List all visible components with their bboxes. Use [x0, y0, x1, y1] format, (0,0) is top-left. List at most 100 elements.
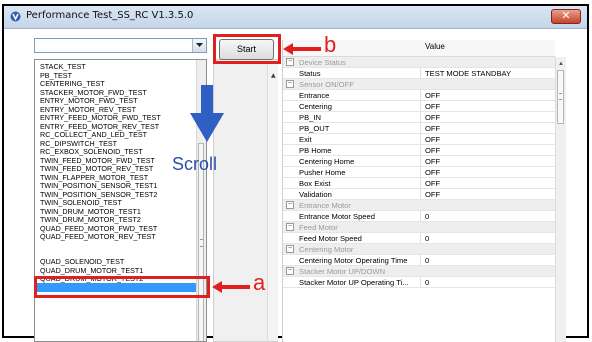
property-value: 0: [425, 234, 430, 243]
property-value: OFF: [425, 102, 441, 111]
column-divider: [420, 277, 421, 287]
column-divider: [420, 101, 421, 111]
property-name: Validation: [299, 190, 332, 199]
grid-property-row[interactable]: PB_IN OFF: [283, 112, 555, 123]
property-value: OFF: [425, 157, 441, 166]
grid-category-row[interactable]: − Sensor ON/OFF: [283, 79, 555, 90]
property-name: Box Exist: [299, 179, 331, 188]
grid-scrollbar[interactable]: ▲: [555, 57, 566, 342]
collapse-icon[interactable]: −: [286, 58, 294, 66]
property-name: Device Status: [299, 58, 346, 67]
property-name: PB_IN: [299, 113, 321, 122]
test-list-item[interactable]: QUAD_FEED_MOTOR_REV_TEST: [40, 233, 156, 241]
collapse-icon[interactable]: −: [286, 223, 294, 231]
property-value: 0: [425, 278, 430, 287]
column-divider: [420, 156, 421, 166]
test-list-item[interactable]: TWIN_POSITION_SENSOR_TEST1: [40, 182, 157, 190]
grid-property-row[interactable]: Validation OFF: [283, 189, 555, 200]
property-name: PB Home: [299, 146, 332, 155]
grid-property-row[interactable]: PB_OUT OFF: [283, 123, 555, 134]
property-name: Feed Motor: [299, 223, 338, 232]
column-divider: [420, 178, 421, 188]
grid-property-row[interactable]: Entrance OFF: [283, 90, 555, 101]
grid-scrollbar-thumb[interactable]: [557, 70, 564, 124]
grid-category-row[interactable]: − Entrance Motor: [283, 200, 555, 211]
collapse-icon[interactable]: −: [286, 201, 294, 209]
property-name: Centering Motor: [299, 245, 354, 254]
property-name: Feed Motor Speed: [299, 234, 362, 243]
close-icon: ✕: [561, 9, 571, 22]
scroll-up-icon[interactable]: ▲: [271, 72, 276, 79]
property-grid: Value − Device Status Status TEST MODE STAN…: [282, 40, 566, 342]
property-name: Sensor ON/OFF: [299, 80, 354, 89]
test-list-item[interactable]: CENTERING_TEST: [40, 80, 105, 88]
property-name: Centering Motor Operating Time: [299, 256, 408, 265]
grid-property-row[interactable]: Pusher Home OFF: [283, 167, 555, 178]
property-name: Stacker Motor UP Operating Ti...: [299, 278, 409, 287]
grid-category-row[interactable]: − Centering Motor: [283, 244, 555, 255]
property-value: 0: [425, 256, 430, 265]
column-divider: [420, 189, 421, 199]
column-divider: [420, 112, 421, 122]
column-divider: [420, 68, 421, 78]
property-value: OFF: [425, 190, 441, 199]
test-list-item[interactable]: TWIN_DRUM_MOTOR_TEST2: [40, 216, 141, 224]
column-divider: [420, 255, 421, 265]
collapse-icon[interactable]: −: [286, 80, 294, 88]
callout-box-b: [213, 34, 281, 64]
test-list-item[interactable]: STACK_TEST: [40, 63, 86, 71]
property-value: OFF: [425, 146, 441, 155]
grid-property-row[interactable]: Centering OFF: [283, 101, 555, 112]
grid-property-row[interactable]: Centering Home OFF: [283, 156, 555, 167]
property-value: OFF: [425, 113, 441, 122]
grid-category-row[interactable]: − Stacker Motor UP/DOWN: [283, 266, 555, 277]
property-name: Exit: [299, 135, 312, 144]
grid-property-row[interactable]: Feed Motor Speed 0: [283, 233, 555, 244]
test-list-item[interactable]: RC_EXBOX_SOLENOID_TEST: [40, 148, 143, 156]
test-list-item[interactable]: QUAD_SOLENOID_TEST: [40, 258, 124, 266]
chevron-down-icon: [196, 43, 203, 47]
collapse-icon[interactable]: −: [286, 267, 294, 275]
grid-property-row[interactable]: Box Exist OFF: [283, 178, 555, 189]
grid-property-row[interactable]: Stacker Motor UP Operating Ti... 0: [283, 277, 555, 288]
property-name: Stacker Motor UP/DOWN: [299, 267, 386, 276]
close-button[interactable]: ✕: [551, 9, 581, 24]
column-divider: [420, 167, 421, 177]
scroll-up-icon[interactable]: ▲: [558, 61, 564, 67]
column-divider: [420, 211, 421, 221]
column-divider: [420, 145, 421, 155]
property-name: Pusher Home: [299, 168, 346, 177]
test-list-item[interactable]: ENTRY_FEED_MOTOR_FWD_TEST: [40, 114, 161, 122]
property-name: Entrance Motor: [299, 201, 351, 210]
grid-property-row[interactable]: Exit OFF: [283, 134, 555, 145]
grid-property-row[interactable]: Entrance Motor Speed 0: [283, 211, 555, 222]
test-list-item[interactable]: RC_COLLECT_AND_LED_TEST: [40, 131, 147, 139]
property-name: PB_OUT: [299, 124, 330, 133]
app-icon: [10, 11, 21, 22]
test-select-combobox[interactable]: [34, 38, 207, 53]
grid-category-row[interactable]: − Device Status: [283, 57, 555, 68]
test-list-item[interactable]: ENTRY_MOTOR_FWD_TEST: [40, 97, 138, 105]
scroll-annotation: Scroll: [172, 154, 218, 174]
callout-arrow-b-icon: [283, 43, 321, 55]
callout-box-a: [34, 276, 210, 298]
test-list[interactable]: STACK_TEST PB_TEST CENTERING_TEST STACKER_M…: [34, 59, 207, 342]
column-divider: [420, 90, 421, 100]
test-list-item[interactable]: TWIN_SOLENOID_TEST: [40, 199, 122, 207]
grid-category-row[interactable]: − Feed Motor: [283, 222, 555, 233]
property-value: OFF: [425, 135, 441, 144]
collapse-icon[interactable]: −: [286, 245, 294, 253]
header-value: Value: [425, 42, 445, 51]
dropdown-button[interactable]: [192, 39, 206, 52]
middle-scrollbar[interactable]: ▲: [267, 60, 278, 341]
grid-property-row[interactable]: PB Home OFF: [283, 145, 555, 156]
grid-property-row[interactable]: Status TEST MODE STANDBAY: [283, 68, 555, 79]
property-name: Centering: [299, 102, 332, 111]
grip-icon: [559, 93, 562, 100]
window-title: Performance Test_SS_RC V1.3.5.0: [26, 10, 194, 21]
property-name: Entrance: [299, 91, 330, 100]
test-list-item[interactable]: TWIN_FEED_MOTOR_REV_TEST: [40, 165, 153, 173]
property-value: OFF: [425, 91, 441, 100]
property-value: OFF: [425, 179, 441, 188]
grid-property-row[interactable]: Centering Motor Operating Time 0: [283, 255, 555, 266]
